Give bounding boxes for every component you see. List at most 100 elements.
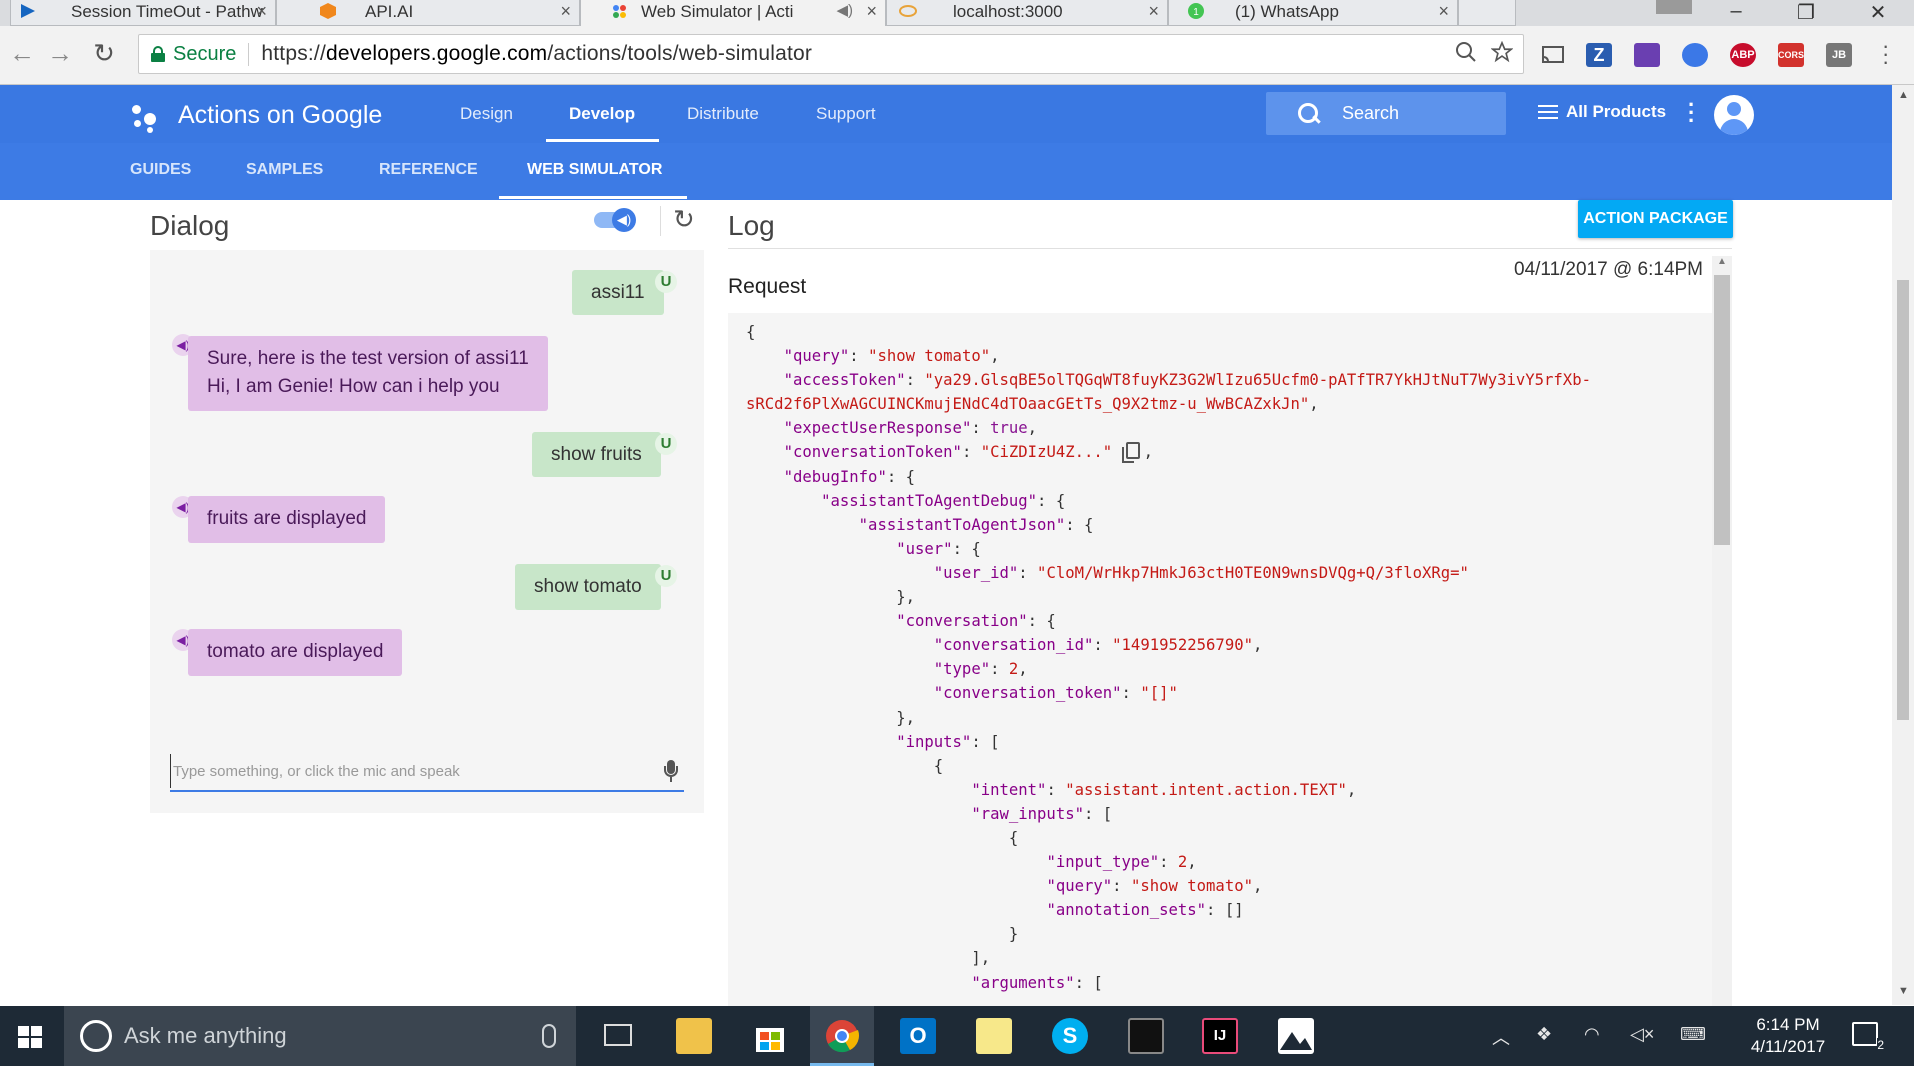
action-package-button[interactable]: ACTION PACKAGE xyxy=(1578,200,1733,238)
url-text[interactable]: https://developers.google.com/actions/to… xyxy=(261,42,812,66)
dialog-input-field[interactable] xyxy=(170,754,684,792)
tab-title: (1) WhatsApp xyxy=(1235,1,1339,21)
audio-toggle[interactable]: ◀) xyxy=(594,208,636,232)
browser-tab[interactable]: Session TimeOut - Pathw × xyxy=(10,0,276,26)
brand-title[interactable]: Actions on Google xyxy=(178,101,382,130)
browser-tab[interactable]: API.AI × xyxy=(276,0,580,26)
terminal-icon[interactable] xyxy=(1128,1018,1164,1054)
back-icon[interactable]: ← xyxy=(6,38,38,69)
close-tab-icon[interactable]: × xyxy=(866,1,877,22)
user-message: show tomato xyxy=(515,564,661,610)
subnav-active-indicator xyxy=(499,196,687,199)
site-header: Actions on Google Design Develop Distrib… xyxy=(0,85,1892,200)
volume-muted-icon[interactable]: ◁× xyxy=(1630,1024,1654,1045)
account-avatar[interactable] xyxy=(1714,95,1754,135)
close-window-icon[interactable]: ✕ xyxy=(1858,0,1898,25)
reload-icon[interactable]: ↻ xyxy=(88,38,120,69)
intellij-icon[interactable]: IJ xyxy=(1202,1018,1238,1054)
nav-distribute[interactable]: Distribute xyxy=(687,104,759,124)
browser-tab[interactable]: Web Simulator | Acti ◀) × xyxy=(580,0,886,26)
jb-icon[interactable]: JB xyxy=(1826,43,1852,67)
wifi-icon[interactable]: ◠ xyxy=(1584,1024,1600,1045)
new-tab-button[interactable] xyxy=(1458,0,1516,26)
subnav-reference[interactable]: REFERENCE xyxy=(379,161,478,179)
zoom-icon[interactable] xyxy=(1455,41,1477,63)
message-line: Sure, here is the test version of assi11 xyxy=(207,348,529,369)
bookmark-star-icon[interactable] xyxy=(1491,41,1513,63)
browser-tab[interactable]: localhost:3000 × xyxy=(886,0,1168,26)
dropbox-icon[interactable]: ❖ xyxy=(1536,1024,1552,1045)
divider xyxy=(728,248,1732,249)
message-text: assi11 xyxy=(591,281,645,303)
json-user-id-value: CloM/WrHkp7HmkJ63ctH0TE0N9wnsDVQg+Q/3flo… xyxy=(1046,563,1460,582)
agent-message: Sure, here is the test version of assi11… xyxy=(188,336,548,411)
search-icon xyxy=(1298,102,1320,125)
task-view-icon[interactable] xyxy=(604,1024,632,1046)
file-explorer-icon[interactable] xyxy=(676,1018,712,1054)
store-icon[interactable] xyxy=(752,1018,788,1054)
cast-icon[interactable] xyxy=(1540,43,1566,67)
sticky-notes-icon[interactable] xyxy=(976,1018,1012,1054)
nav-design[interactable]: Design xyxy=(460,104,513,124)
site-search-box[interactable]: Search xyxy=(1266,92,1506,135)
profile-button[interactable] xyxy=(1656,0,1692,14)
windows-start-icon[interactable] xyxy=(18,1026,42,1048)
zotero-icon[interactable]: Z xyxy=(1586,43,1612,67)
message-input[interactable] xyxy=(170,754,630,788)
tab-audio-icon[interactable]: ◀) xyxy=(836,1,853,19)
close-tab-icon[interactable]: × xyxy=(560,1,571,22)
copy-icon[interactable] xyxy=(1121,442,1140,464)
nav-develop[interactable]: Develop xyxy=(569,104,635,124)
keyboard-icon[interactable]: ⌨ xyxy=(1680,1024,1706,1045)
list-icon xyxy=(1538,105,1558,119)
log-scroll-thumb[interactable] xyxy=(1714,275,1730,545)
photos-icon[interactable] xyxy=(1278,1018,1314,1054)
forward-icon[interactable]: → xyxy=(44,38,76,69)
scroll-down-icon[interactable]: ▼ xyxy=(1898,985,1909,997)
chrome-icon[interactable] xyxy=(824,1018,860,1054)
refresh-icon[interactable]: ↻ xyxy=(673,204,695,235)
show-hidden-icons-icon[interactable]: ︿ xyxy=(1492,1024,1510,1050)
subnav-guides[interactable]: GUIDES xyxy=(130,161,191,179)
close-tab-icon[interactable]: × xyxy=(1148,1,1159,22)
extension-icon[interactable] xyxy=(1634,43,1660,67)
more-options-icon[interactable]: · · · xyxy=(1688,94,1695,132)
user-badge: U xyxy=(655,433,677,455)
json-query-value: show tomato xyxy=(877,347,981,366)
browser-tab[interactable]: 1 (1) WhatsApp × xyxy=(1168,0,1458,26)
minimize-icon[interactable]: – xyxy=(1716,0,1756,23)
agent-message: tomato are displayed xyxy=(188,629,403,676)
windows-taskbar: Ask me anything O S IJ ︿ ❖ ◠ ◁× ⌨ 6:14 P… xyxy=(0,1006,1914,1066)
page-scroll-thumb[interactable] xyxy=(1897,280,1909,720)
scroll-up-icon[interactable]: ▲ xyxy=(1717,256,1727,267)
extension-icon[interactable] xyxy=(1682,43,1708,67)
skype-icon[interactable]: S xyxy=(1052,1018,1088,1054)
actions-logo-icon[interactable] xyxy=(130,103,160,133)
site-top-bar: Actions on Google Design Develop Distrib… xyxy=(0,85,1892,143)
address-bar[interactable]: Secure https://developers.google.com/act… xyxy=(138,34,1524,74)
chrome-menu-icon[interactable]: · · · xyxy=(1882,35,1889,73)
nav-support[interactable]: Support xyxy=(816,104,876,124)
action-center-icon[interactable]: 2 xyxy=(1852,1022,1884,1052)
close-tab-icon[interactable]: × xyxy=(256,1,267,22)
page-scrollbar[interactable]: ▲ ▼ xyxy=(1892,85,1914,1005)
cors-icon[interactable]: CORS xyxy=(1778,43,1804,67)
close-tab-icon[interactable]: × xyxy=(1438,1,1449,22)
all-products-menu[interactable]: All Products xyxy=(1538,102,1666,122)
mic-icon[interactable] xyxy=(542,1024,556,1048)
outlook-icon[interactable]: O xyxy=(900,1018,936,1054)
dialog-title: Dialog xyxy=(150,210,230,241)
adblock-icon[interactable]: ABP xyxy=(1730,43,1756,67)
subnav-samples[interactable]: SAMPLES xyxy=(246,161,323,179)
cortana-search[interactable]: Ask me anything xyxy=(64,1006,576,1066)
log-scrollbar[interactable]: ▲ xyxy=(1712,256,1732,1006)
subnav-web-simulator[interactable]: WEB SIMULATOR xyxy=(527,161,662,179)
scroll-up-icon[interactable]: ▲ xyxy=(1898,89,1909,101)
mic-icon[interactable] xyxy=(664,760,678,782)
system-clock[interactable]: 6:14 PM 4/11/2017 xyxy=(1738,1014,1838,1058)
message-line: fruits are displayed xyxy=(207,508,367,529)
url-host: developers.google.com xyxy=(326,42,548,65)
json-access-token-value: ya29.GlsqBE5olTQGqWT8fuyKZ3G2WlIzu65Ucfm… xyxy=(933,371,1591,390)
tab-title: localhost:3000 xyxy=(953,1,1063,21)
restore-icon[interactable]: ❐ xyxy=(1786,0,1826,25)
